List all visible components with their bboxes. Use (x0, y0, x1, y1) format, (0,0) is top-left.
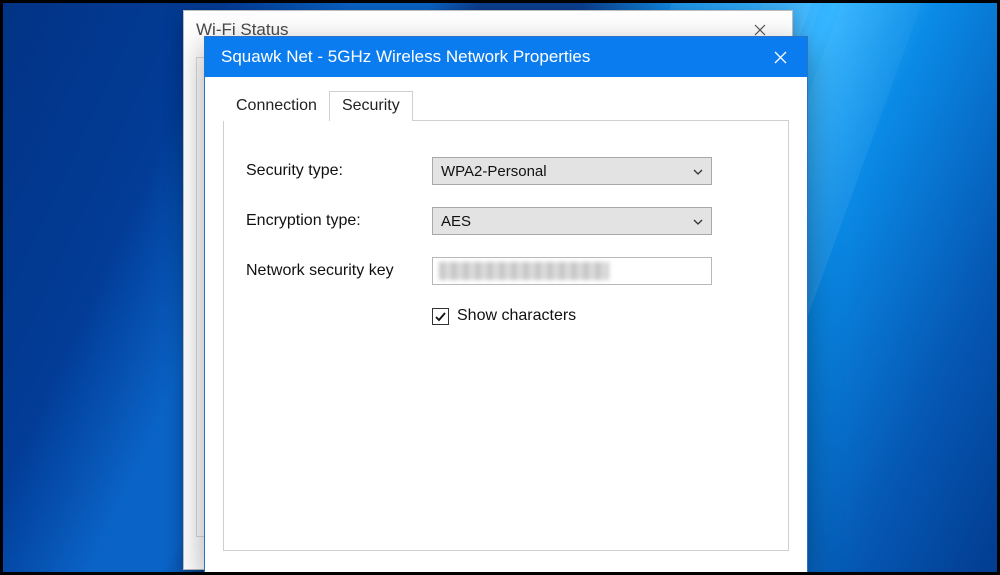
network-key-obscured-value (439, 262, 609, 280)
tab-connection[interactable]: Connection (223, 91, 330, 121)
network-key-input[interactable] (432, 257, 712, 285)
tab-security[interactable]: Security (329, 91, 413, 121)
tab-panel-security: Security type: WPA2-Personal Encryption … (223, 121, 789, 551)
encryption-type-value: AES (441, 213, 471, 230)
encryption-type-select[interactable]: AES (432, 207, 712, 235)
network-properties-titlebar[interactable]: Squawk Net - 5GHz Wireless Network Prope… (205, 37, 807, 77)
show-characters-label: Show characters (457, 307, 576, 325)
network-key-label: Network security key (246, 262, 432, 280)
encryption-type-label: Encryption type: (246, 212, 432, 230)
window-title: Squawk Net - 5GHz Wireless Network Prope… (221, 47, 590, 67)
show-characters-checkbox[interactable] (432, 308, 449, 325)
security-type-select[interactable]: WPA2-Personal (432, 157, 712, 185)
security-type-label: Security type: (246, 162, 432, 180)
network-properties-window: Squawk Net - 5GHz Wireless Network Prope… (204, 36, 808, 574)
security-type-value: WPA2-Personal (441, 163, 547, 180)
chevron-down-icon (693, 164, 703, 178)
close-icon (774, 51, 787, 64)
tab-strip: Connection Security (223, 91, 789, 121)
check-icon (434, 310, 447, 323)
chevron-down-icon (693, 214, 703, 228)
close-button[interactable] (753, 37, 807, 77)
